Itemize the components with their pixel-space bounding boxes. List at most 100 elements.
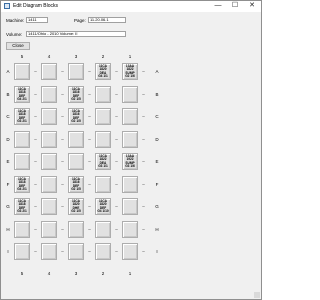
diagram-block-button[interactable] <box>41 131 57 148</box>
connector-dash: – <box>88 249 91 254</box>
diagram-block-button[interactable] <box>14 63 30 80</box>
row-label-right: I <box>156 249 158 254</box>
row-label-left: I <box>7 249 9 254</box>
diagram-block-button[interactable] <box>122 131 138 148</box>
connector-dash: – <box>142 182 145 187</box>
row-label-left: C <box>6 114 10 119</box>
diagram-block-button[interactable]: 11CA 1820 DEA G4 1/1 <box>95 63 111 80</box>
diagram-block-button[interactable] <box>14 243 30 260</box>
connector-dash: – <box>142 204 145 209</box>
diagram-block-button[interactable] <box>122 108 138 125</box>
column-label-top: 3 <box>74 54 78 59</box>
close-button[interactable]: Close <box>6 42 30 50</box>
diagram-block-button[interactable]: 11CA 1820 DHE G2 1/5 <box>68 198 84 215</box>
connector-dash: – <box>115 204 118 209</box>
block-label: 11CA 1820 DEF G4 1/10 <box>97 199 109 213</box>
diagram-block-button[interactable] <box>95 221 111 238</box>
connector-dash: – <box>34 69 37 74</box>
diagram-block-button[interactable] <box>41 63 57 80</box>
diagram-block-button[interactable] <box>68 131 84 148</box>
diagram-block-button[interactable] <box>41 108 57 125</box>
title-bar: Edit Diagram Blocks — ☐ ✕ <box>1 1 261 12</box>
diagram-block-button[interactable]: 11CA 1820 DEF G4 1/10 <box>95 198 111 215</box>
connector-dash: – <box>88 204 91 209</box>
row-label-left: F <box>6 182 10 187</box>
close-window-button[interactable]: ✕ <box>244 1 260 11</box>
diagram-block-button[interactable] <box>122 198 138 215</box>
connector-dash: – <box>61 137 64 142</box>
connector-dash: – <box>115 114 118 119</box>
minimize-button[interactable]: — <box>210 1 226 11</box>
diagram-block-button[interactable]: 11CA 1818 DEF G3 2/1 <box>14 108 30 125</box>
connector-dash: – <box>61 182 64 187</box>
connector-dash: – <box>88 227 91 232</box>
connector-dash: – <box>115 159 118 164</box>
connector-dash: – <box>115 69 118 74</box>
diagram-block-button[interactable]: 11CA 1816 DEF G2 1/5 <box>68 176 84 193</box>
diagram-block-button[interactable]: 11CA 1822 DEA G3 1/1 <box>95 153 111 170</box>
diagram-block-button[interactable] <box>122 243 138 260</box>
diagram-block-button[interactable] <box>41 243 57 260</box>
row-label-right: H <box>155 227 159 232</box>
connector-dash: – <box>61 227 64 232</box>
diagram-block-button[interactable]: 11CA 1818 DEF G4 2/1 <box>14 176 30 193</box>
column-label-top: 2 <box>101 54 105 59</box>
column-label-top: 5 <box>20 54 24 59</box>
connector-dash: – <box>88 182 91 187</box>
diagram-block-button[interactable] <box>95 243 111 260</box>
diagram-block-button[interactable] <box>95 176 111 193</box>
diagram-block-button[interactable]: 11CA 1818 DEF G4 2/1 <box>14 86 30 103</box>
diagram-block-button[interactable] <box>14 221 30 238</box>
connector-dash: – <box>61 114 64 119</box>
diagram-block-button[interactable] <box>68 221 84 238</box>
dialog-body: Machine: 1411 Page: 11.20.06.1 Volume: 1… <box>1 12 261 299</box>
block-label: 13AA 1822 SUMP G2 1/6 <box>125 64 135 78</box>
diagram-block-button[interactable] <box>122 221 138 238</box>
diagram-block-button[interactable] <box>95 86 111 103</box>
maximize-button[interactable]: ☐ <box>227 1 243 11</box>
diagram-block-button[interactable] <box>122 176 138 193</box>
connector-dash: – <box>34 204 37 209</box>
block-label: 13AA 1922 SUMP G3 1/6 <box>125 154 135 168</box>
connector-dash: – <box>115 182 118 187</box>
connector-dash: – <box>34 227 37 232</box>
column-label-bottom: 1 <box>128 271 132 276</box>
block-label: 11CA 1816 DEF G2 1/5 <box>71 109 81 123</box>
diagram-block-button[interactable] <box>122 86 138 103</box>
diagram-block-button[interactable] <box>68 153 84 170</box>
diagram-block-button[interactable] <box>95 108 111 125</box>
diagram-block-button[interactable] <box>41 221 57 238</box>
diagram-block-button[interactable] <box>41 198 57 215</box>
machine-field[interactable]: 1411 <box>26 17 48 23</box>
diagram-block-button[interactable] <box>41 153 57 170</box>
diagram-block-button[interactable] <box>14 131 30 148</box>
diagram-block-button[interactable]: 13AA 1922 SUMP G3 1/6 <box>122 153 138 170</box>
row-label-right: A <box>155 69 159 74</box>
diagram-block-button[interactable]: 13AA 1822 SUMP G2 1/6 <box>122 63 138 80</box>
volume-field[interactable]: 1411/Ohio - 2010 Volume: II <box>26 31 126 37</box>
diagram-block-button[interactable]: 11CA 1816 DEF G2 1/5 <box>68 108 84 125</box>
diagram-block-button[interactable] <box>41 176 57 193</box>
row-label-left: D <box>6 137 10 142</box>
diagram-block-button[interactable] <box>41 86 57 103</box>
connector-dash: – <box>142 92 145 97</box>
connector-dash: – <box>61 204 64 209</box>
page-label: Page: <box>74 18 86 23</box>
diagram-block-button[interactable]: 11CA 1816 DEF G2 1/5 <box>68 86 84 103</box>
volume-label: Volume: <box>6 32 23 37</box>
connector-dash: – <box>34 159 37 164</box>
connector-dash: – <box>61 159 64 164</box>
column-label-top: 4 <box>47 54 51 59</box>
block-label: 11CA 1820 DHE G2 1/5 <box>71 199 81 213</box>
connector-dash: – <box>34 249 37 254</box>
diagram-block-button[interactable] <box>68 243 84 260</box>
diagram-block-button[interactable] <box>68 63 84 80</box>
diagram-block-button[interactable] <box>14 153 30 170</box>
row-label-right: G <box>155 204 159 209</box>
column-label-bottom: 4 <box>47 271 51 276</box>
diagram-block-button[interactable] <box>95 131 111 148</box>
diagram-block-button[interactable]: 11CA 1818 DEF G3 2/1 <box>14 198 30 215</box>
resize-grip[interactable] <box>254 292 260 298</box>
row-label-left: E <box>6 159 10 164</box>
page-field[interactable]: 11.20.06.1 <box>88 17 126 23</box>
